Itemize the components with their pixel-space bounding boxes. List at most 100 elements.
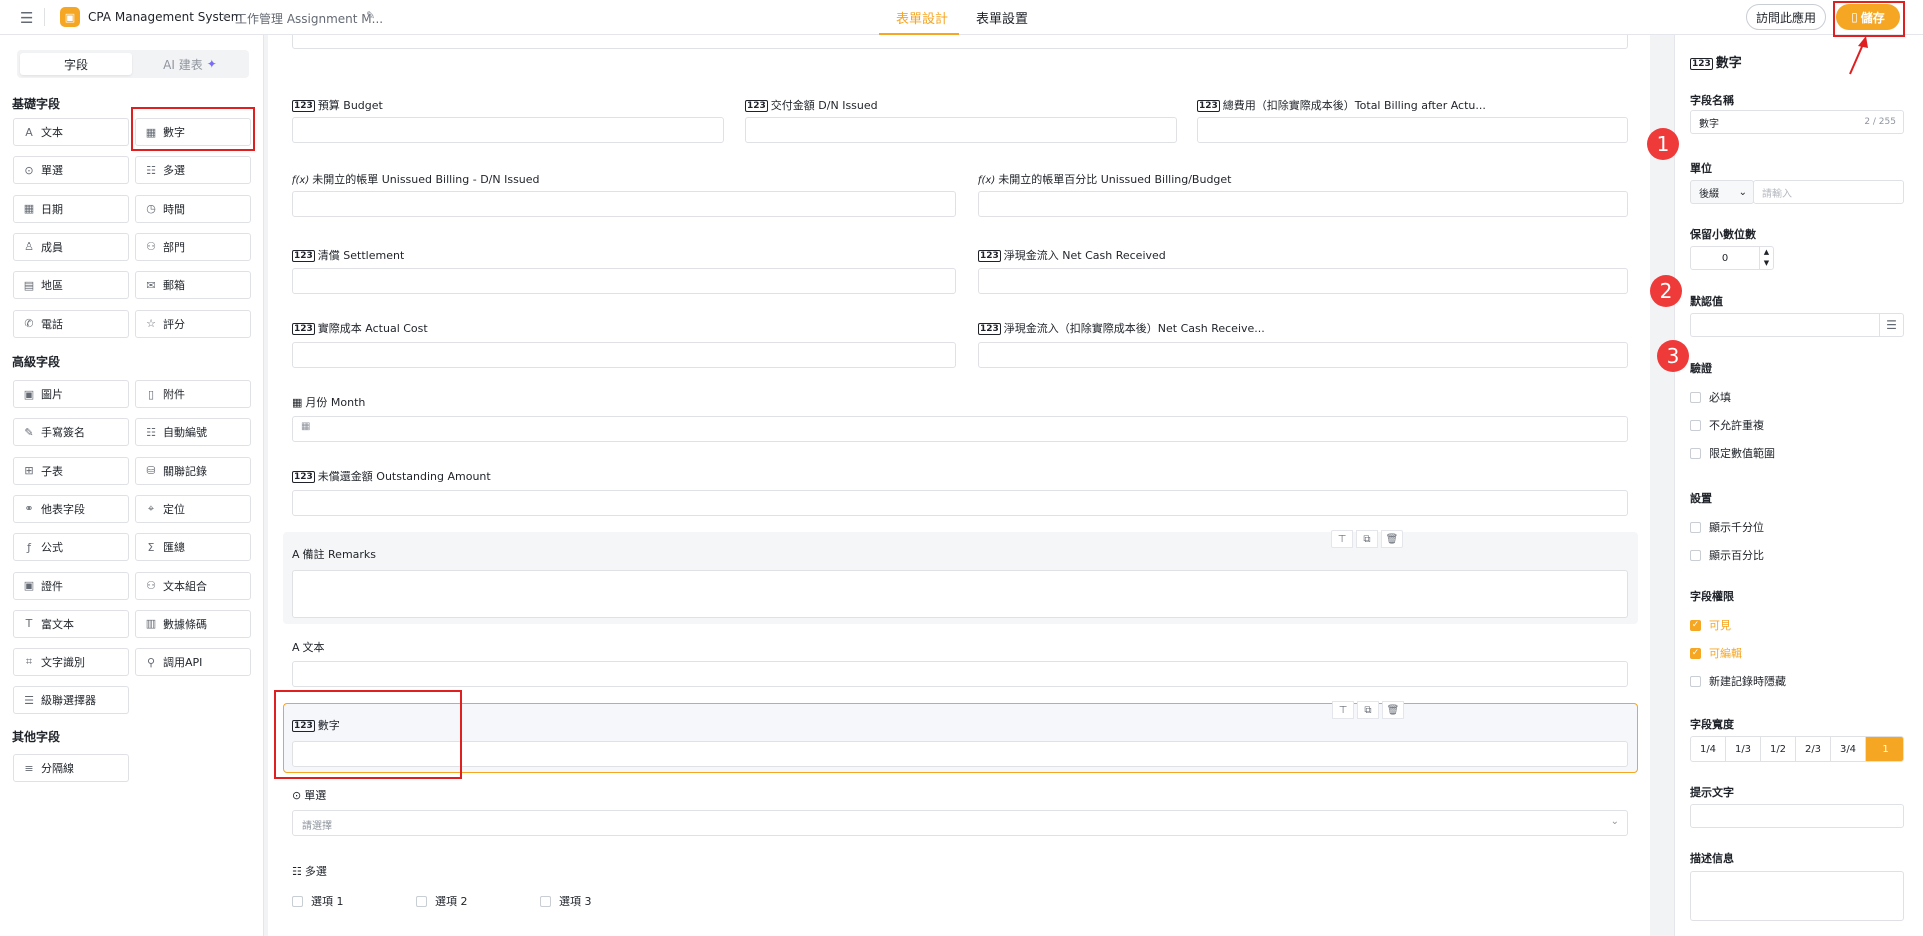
width-1-4[interactable]: 1/4 (1691, 737, 1726, 761)
palette-item[interactable]: ▯ 附件 (135, 380, 251, 408)
menu-icon[interactable]: ☰ (20, 9, 33, 27)
palette-item[interactable]: ♙ 成員 (13, 232, 129, 261)
palette-item[interactable]: ✎ 手寫簽名 (13, 418, 129, 447)
unit-input[interactable]: 請輸入 (1753, 180, 1904, 204)
width-2-3[interactable]: 2/3 (1796, 737, 1831, 761)
palette-item[interactable]: ⚭ 他表字段 (13, 494, 129, 523)
input-number[interactable] (292, 741, 1628, 767)
palette-item[interactable]: ⌖ 定位 (135, 494, 251, 523)
palette-item[interactable]: ☷ 多選 (135, 156, 251, 185)
checkbox[interactable] (1690, 391, 1701, 403)
input-text[interactable] (292, 661, 1628, 687)
palette-item[interactable]: A 文本 (13, 118, 129, 146)
palette-item[interactable]: ▣ 圖片 (13, 380, 129, 408)
copy-icon[interactable]: ⧉ (1357, 701, 1379, 719)
palette-item[interactable]: ▤ 地區 (13, 271, 129, 300)
delete-icon[interactable]: 🗑 (1382, 701, 1404, 719)
option-1[interactable]: 選項 1 (292, 893, 416, 909)
validate-range[interactable]: 限定數值範圍 (1690, 445, 1775, 461)
decimal-stepper[interactable]: 0 ▲ ▼ (1690, 246, 1774, 270)
checkbox[interactable] (540, 895, 551, 907)
setting-thousands[interactable]: 顯示千分位 (1690, 519, 1764, 535)
unit-select[interactable]: 後綴 ⌄ (1690, 180, 1754, 204)
option-3[interactable]: 選項 3 (540, 893, 664, 909)
palette-item[interactable]: ≡ 分隔線 (13, 754, 129, 782)
palette-item[interactable]: ⚲ 調用API (135, 648, 251, 677)
tab-form-design[interactable]: 表單設計 (896, 8, 948, 27)
palette-item[interactable]: ✆ 電話 (13, 309, 129, 338)
setting-percent[interactable]: 顯示百分比 (1690, 547, 1764, 563)
field-name-input[interactable]: 數字 2 / 255 (1690, 110, 1904, 134)
formula-list-icon[interactable]: ☰ (1879, 314, 1903, 336)
checkbox[interactable] (292, 895, 303, 907)
description-textarea[interactable] (1690, 871, 1904, 921)
input-month[interactable]: ▦ (292, 416, 1628, 442)
input-unissued[interactable] (292, 191, 956, 217)
remarks-field-block[interactable]: ⊤ ⧉ 🗑 A 備註 Remarks (283, 530, 1638, 624)
hint-input[interactable] (1690, 804, 1904, 828)
input-dn-issued[interactable] (745, 117, 1177, 143)
tab-form-settings[interactable]: 表單設置 (976, 8, 1028, 27)
palette-item[interactable]: ▣ 證件 (13, 571, 129, 600)
palette-item[interactable]: Σ 匯總 (135, 533, 251, 562)
palette-item[interactable]: ◷ 時間 (135, 194, 251, 223)
perm-hide-on-create[interactable]: 新建記錄時隱藏 (1690, 673, 1786, 689)
checkbox[interactable] (1690, 447, 1701, 459)
input-settlement[interactable] (292, 268, 956, 294)
palette-item[interactable]: ⌗ 文字識別 (13, 648, 129, 677)
palette-item[interactable]: ⛁ 關聯記錄 (135, 456, 251, 485)
select-single[interactable]: 請選擇 ⌄ (292, 810, 1628, 836)
input-actual-cost[interactable] (292, 342, 956, 368)
form-title[interactable]: 工作管理 Assignment M... (235, 10, 383, 27)
app-name[interactable]: CPA Management System (88, 10, 242, 24)
field-palette: 字段 AI 建表 ✦ 基礎字段 A 文本 ▦ 數字 ⊙ 單選 ☷ 多選 ▦ 日期 ◷ 時間 ♙ 成員 ⚇ 部門 ▤… (0, 35, 264, 936)
default-value-input[interactable]: ☰ (1690, 313, 1904, 337)
edit-pencil-icon[interactable]: ✎ (366, 9, 375, 22)
field-label-text: A 文本 (292, 639, 325, 655)
textarea-remarks[interactable] (292, 570, 1628, 618)
checkbox-checked-icon[interactable]: ✓ (1690, 619, 1701, 631)
visit-app-button[interactable]: 訪問此應用 (1746, 4, 1826, 30)
validate-unique[interactable]: 不允許重複 (1690, 417, 1764, 433)
checkbox[interactable] (1690, 549, 1701, 561)
input-unissued-pct[interactable] (978, 191, 1628, 217)
width-full[interactable]: 1 (1866, 737, 1903, 761)
palette-item[interactable]: ƒ 公式 (13, 533, 129, 562)
palette-item[interactable]: ▦ 日期 (13, 194, 129, 223)
palette-item[interactable]: ☰ 級聯選擇器 (13, 686, 129, 715)
palette-item[interactable]: ☆ 評分 (135, 309, 251, 338)
option-2[interactable]: 選項 2 (416, 893, 540, 909)
perm-visible[interactable]: ✓ 可見 (1690, 617, 1731, 633)
width-1-2[interactable]: 1/2 (1761, 737, 1796, 761)
palette-item[interactable]: ⚇ 文本組合 (135, 571, 251, 600)
perm-editable[interactable]: ✓ 可編輯 (1690, 645, 1742, 661)
palette-item[interactable]: ✉ 郵箱 (135, 271, 251, 300)
palette-item[interactable]: ☷ 自動編號 (135, 418, 251, 447)
palette-item[interactable]: ▥ 數據條碼 (135, 609, 251, 638)
checkbox-checked-icon[interactable]: ✓ (1690, 647, 1701, 659)
tab-ai-build[interactable]: AI 建表 ✦ (134, 53, 246, 75)
input-net-cash[interactable] (978, 268, 1628, 294)
input-net-cash-after[interactable] (978, 342, 1628, 368)
number-field-block-selected[interactable]: ⊤ ⧉ 🗑 123 數字 (283, 701, 1638, 773)
checkbox[interactable] (416, 895, 427, 907)
delete-icon[interactable]: 🗑 (1381, 530, 1403, 548)
copy-icon[interactable]: ⧉ (1356, 530, 1378, 548)
palette-item[interactable]: ⊙ 單選 (13, 156, 129, 185)
palette-item[interactable]: T 富文本 (13, 609, 129, 638)
width-1-3[interactable]: 1/3 (1726, 737, 1761, 761)
insert-above-icon[interactable]: ⊤ (1331, 530, 1353, 548)
palette-item[interactable]: ⚇ 部門 (135, 232, 251, 261)
palette-item[interactable]: ⊞ 子表 (13, 456, 129, 485)
validate-required[interactable]: 必填 (1690, 389, 1731, 405)
input-budget[interactable] (292, 117, 724, 143)
checkbox[interactable] (1690, 675, 1701, 687)
stepper-arrows-icon[interactable]: ▲ ▼ (1759, 247, 1773, 269)
checkbox[interactable] (1690, 419, 1701, 431)
checkbox[interactable] (1690, 521, 1701, 533)
input-outstanding[interactable] (292, 490, 1628, 516)
tab-fields[interactable]: 字段 (20, 53, 132, 75)
width-3-4[interactable]: 3/4 (1831, 737, 1866, 761)
insert-above-icon[interactable]: ⊤ (1332, 701, 1354, 719)
input-total-billing[interactable] (1197, 117, 1628, 143)
